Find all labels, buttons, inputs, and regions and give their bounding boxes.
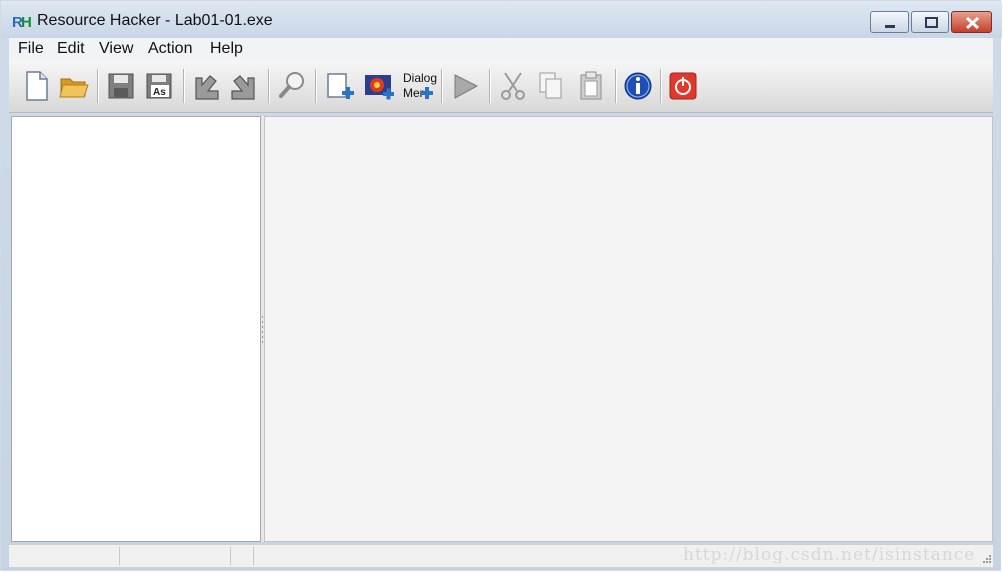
save-icon[interactable] <box>105 69 137 103</box>
close-icon <box>965 16 980 30</box>
svg-text:H: H <box>21 14 32 31</box>
resource-editor-panel[interactable] <box>264 116 993 542</box>
new-file-icon[interactable] <box>21 69 53 103</box>
info-icon[interactable] <box>622 69 654 103</box>
save-as-icon[interactable]: As <box>143 69 175 103</box>
add-plus-icon <box>421 87 433 99</box>
dialog-menu-label-top: Dialog <box>403 71 438 85</box>
add-image-icon[interactable] <box>363 69 395 103</box>
paste-icon[interactable] <box>575 69 607 103</box>
toolbar: As Dialog Mer <box>9 61 993 113</box>
status-separator <box>253 547 254 565</box>
dialog-menu-button[interactable]: Dialog Mer <box>401 69 438 103</box>
menu-bar: File Edit View Action Help <box>9 38 993 61</box>
toolbar-separator <box>268 69 270 103</box>
toolbar-separator <box>183 69 185 103</box>
forward-arrow-icon[interactable] <box>228 69 260 103</box>
minimize-icon <box>885 25 895 28</box>
menu-edit[interactable]: Edit <box>57 40 85 58</box>
open-folder-icon[interactable] <box>58 69 90 103</box>
toolbar-separator <box>489 69 491 103</box>
menu-action[interactable]: Action <box>148 40 192 58</box>
status-separator <box>230 547 231 565</box>
toolbar-separator <box>660 69 662 103</box>
menu-help[interactable]: Help <box>210 40 243 58</box>
close-button[interactable] <box>951 11 992 33</box>
app-logo-icon: R H <box>12 14 32 31</box>
svg-text:As: As <box>153 87 166 98</box>
run-icon[interactable] <box>449 69 481 103</box>
menu-view[interactable]: View <box>99 40 133 58</box>
copy-icon[interactable] <box>535 69 567 103</box>
window-title: Resource Hacker - Lab01-01.exe <box>37 12 273 29</box>
cut-icon[interactable] <box>497 69 529 103</box>
toolbar-separator <box>615 69 617 103</box>
title-bar[interactable]: R H Resource Hacker - Lab01-01.exe <box>1 1 1002 38</box>
status-separator <box>119 547 120 565</box>
maximize-button[interactable] <box>911 11 949 33</box>
restore-icon <box>925 17 938 28</box>
resource-tree-panel[interactable] <box>11 116 261 542</box>
add-resource-icon[interactable] <box>323 69 355 103</box>
minimize-button[interactable] <box>870 11 909 33</box>
resize-grip-icon[interactable] <box>980 554 992 564</box>
toolbar-separator <box>441 69 443 103</box>
toolbar-separator <box>315 69 317 103</box>
app-window: R H Resource Hacker - Lab01-01.exe File … <box>0 0 1002 571</box>
back-arrow-icon[interactable] <box>190 69 222 103</box>
exit-power-icon[interactable] <box>667 69 699 103</box>
menu-file[interactable]: File <box>18 40 44 58</box>
watermark-text: http://blog.csdn.net/isinstance <box>683 545 976 565</box>
search-icon[interactable] <box>276 69 308 103</box>
toolbar-separator <box>97 69 99 103</box>
